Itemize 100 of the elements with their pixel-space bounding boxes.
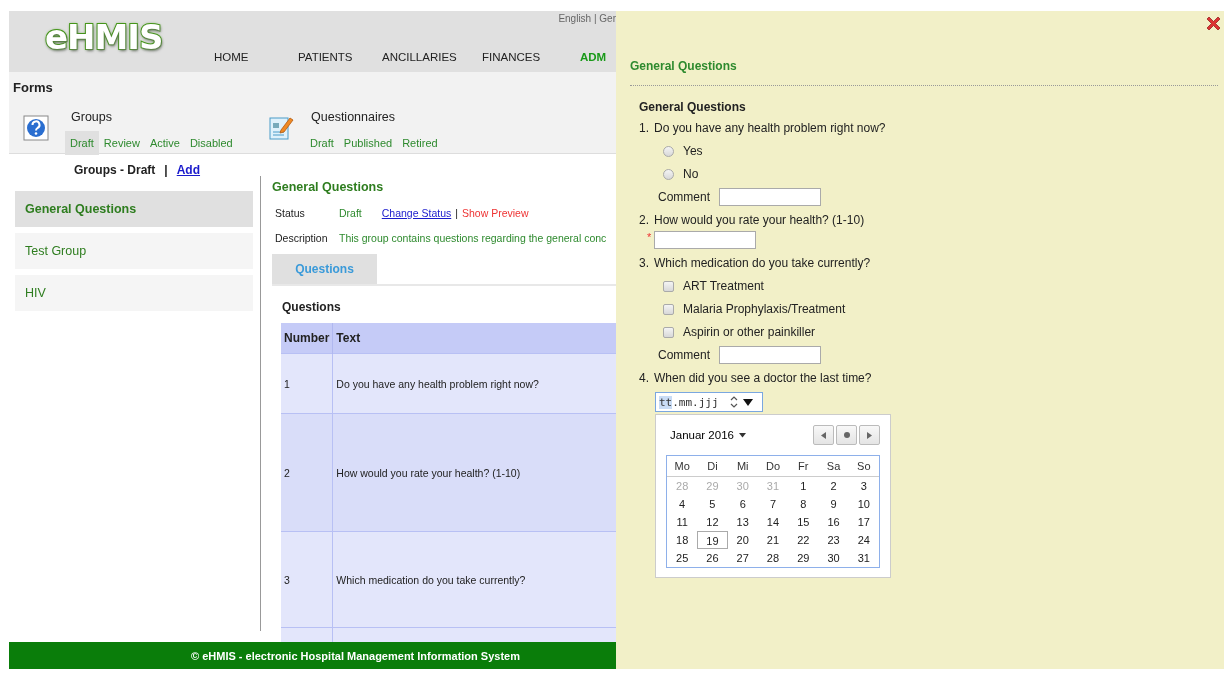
caret-icon	[738, 432, 746, 438]
rating-field[interactable]	[654, 231, 757, 249]
calendar-day[interactable]: 8	[788, 495, 819, 513]
option-label: No	[683, 167, 699, 181]
table-cell: 3	[281, 531, 333, 628]
weekday-label: Mo	[667, 456, 698, 477]
group-item[interactable]: General Questions	[15, 191, 253, 227]
status-tab[interactable]: Disabled	[184, 131, 238, 155]
date-placeholder: tt.mm.jjj	[659, 395, 719, 409]
change-status-link[interactable]: Change Status	[381, 207, 452, 219]
table-cell: 1	[281, 353, 333, 414]
comment-field[interactable]	[719, 346, 821, 364]
option-label: ART Treatment	[683, 279, 764, 293]
weekday-label: Sa	[818, 456, 849, 477]
calendar-day[interactable]: 12	[697, 513, 728, 531]
question-text: How would you rate your health? (1-10)	[654, 213, 865, 227]
required-mark: *	[647, 231, 652, 243]
status-tab[interactable]: Draft	[305, 131, 339, 155]
calendar-day[interactable]: 23	[818, 531, 849, 549]
status-tab[interactable]: Retired	[397, 131, 443, 155]
calendar-day[interactable]: 17	[848, 513, 879, 531]
previous-month-button[interactable]	[813, 425, 834, 445]
calendar-day[interactable]: 30	[818, 549, 849, 567]
calendar-day[interactable]: 3	[848, 477, 879, 495]
weekday-label: So	[848, 456, 879, 477]
nav-item[interactable]: ANCILLARIES	[382, 51, 482, 63]
field-label: Status	[275, 207, 306, 219]
table-cell: 2	[281, 413, 333, 532]
calendar-day[interactable]: 28	[757, 549, 789, 567]
radio-button[interactable]	[663, 168, 674, 180]
checkbox[interactable]	[663, 303, 674, 315]
section-title: Questions	[282, 300, 342, 314]
group-item[interactable]: HIV	[15, 275, 253, 311]
calendar-day[interactable]: 1	[788, 477, 819, 495]
calendar-day[interactable]: 14	[757, 513, 789, 531]
comment-label: Comment	[658, 348, 710, 362]
calendar-day[interactable]: 13	[727, 513, 758, 531]
calendar-day[interactable]: 22	[788, 531, 819, 549]
dot-icon	[843, 432, 850, 438]
close-icon[interactable]	[1205, 15, 1222, 32]
question-number: 1.	[639, 121, 649, 135]
calendar-day[interactable]: 15	[788, 513, 819, 531]
calendar-day[interactable]: 7	[757, 495, 789, 513]
calendar-day[interactable]: 26	[697, 549, 728, 567]
radio-button[interactable]	[663, 145, 674, 157]
calendar-day[interactable]: 11	[667, 513, 698, 531]
month-selector[interactable]: Januar 2016	[666, 428, 752, 442]
question-number: 4.	[639, 371, 649, 385]
weekday-label: Do	[757, 456, 789, 477]
option-label: Malaria Prophylaxis/Treatment	[683, 302, 846, 316]
calendar-day[interactable]: 27	[727, 549, 758, 567]
footer: © eHMIS - electronic Hospital Management Information System	[9, 642, 616, 669]
calendar-day[interactable]: 16	[818, 513, 849, 531]
weekday-label: Di	[697, 456, 728, 477]
status-tab[interactable]: Review	[98, 131, 145, 155]
weekday-label: Mi	[727, 456, 758, 477]
show-preview-link[interactable]: Show Preview	[461, 207, 529, 219]
spinner-icon	[728, 395, 739, 409]
today-button[interactable]	[836, 425, 857, 445]
option-label: Yes	[683, 144, 703, 158]
dropdown-arrow-icon	[742, 397, 753, 407]
question-text: When did you see a doctor the last time?	[654, 371, 872, 385]
language-switcher[interactable]: English | Ger	[558, 13, 616, 24]
calendar-day[interactable]: 24	[848, 531, 879, 549]
status-tab[interactable]: Active	[144, 131, 185, 155]
calendar-day[interactable]: 9	[818, 495, 849, 513]
status-tab[interactable]: Published	[338, 131, 398, 155]
calendar-day[interactable]: 10	[848, 495, 879, 513]
calendar-day[interactable]: 25	[667, 549, 698, 567]
comment-label: Comment	[658, 190, 710, 204]
next-month-button[interactable]	[859, 425, 880, 445]
calendar-day[interactable]: 2	[818, 477, 849, 495]
preview-title: General Questions	[630, 59, 738, 73]
table-cell: Which medication do you take currently?	[332, 531, 616, 628]
calendar-day[interactable]: 29	[788, 549, 819, 567]
column-header: Number	[281, 323, 333, 354]
section-label: Questionnaires	[311, 110, 397, 124]
add-link[interactable]: Add	[176, 163, 201, 177]
calendar-day[interactable]: 19	[697, 531, 728, 549]
calendar-day[interactable]: 21	[757, 531, 789, 549]
calendar-day[interactable]: 20	[727, 531, 758, 549]
question-text: Which medication do you take currently?	[654, 256, 871, 270]
calendar-day[interactable]: 6	[727, 495, 758, 513]
calendar-day[interactable]: 18	[667, 531, 698, 549]
question-text: Do you have any health problem right now?	[654, 121, 886, 135]
nav-item[interactable]: PATIENTS	[298, 51, 382, 63]
nav-item[interactable]: HOME	[214, 51, 298, 63]
checkbox[interactable]	[663, 280, 674, 292]
group-item[interactable]: Test Group	[15, 233, 253, 269]
column-header: Text	[332, 323, 616, 354]
calendar-day[interactable]: 31	[848, 549, 879, 567]
nav-item[interactable]: FINANCES	[482, 51, 580, 63]
section-label: Groups	[71, 110, 113, 124]
sidebar-heading: Groups - Draft	[74, 163, 156, 177]
comment-field[interactable]	[719, 188, 821, 206]
calendar-day[interactable]: 5	[697, 495, 728, 513]
checkbox[interactable]	[663, 326, 674, 338]
question-number: 2.	[639, 213, 649, 227]
date-field[interactable]: tt.mm.jjj	[655, 392, 763, 412]
calendar-day[interactable]: 4	[667, 495, 698, 513]
